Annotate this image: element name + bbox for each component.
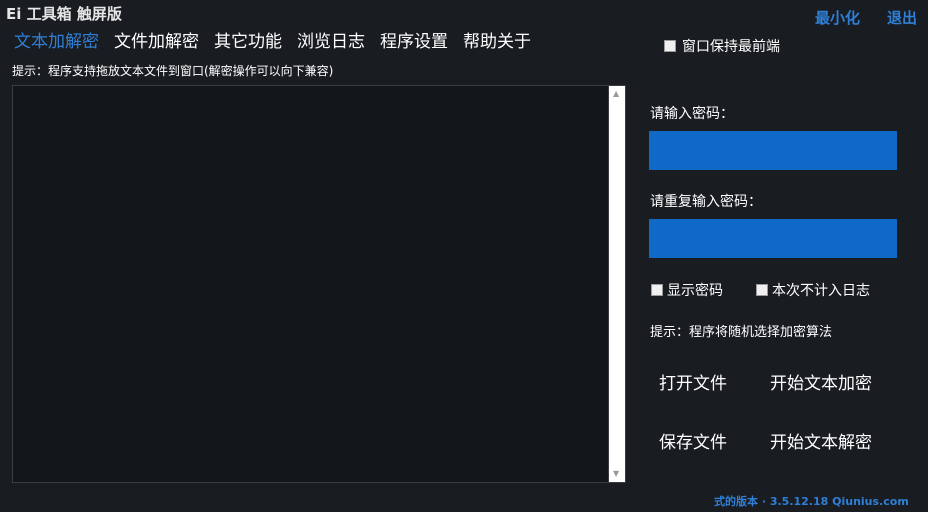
tab-browse-log[interactable]: 浏览日志 [297, 30, 365, 54]
tab-text-crypto[interactable]: 文本加解密 [14, 30, 99, 54]
no-log-checkbox[interactable] [756, 284, 768, 296]
scroll-down-icon[interactable]: ▼ [613, 470, 619, 478]
keep-on-top-option[interactable]: 窗口保持最前端 [664, 36, 780, 56]
version-text: 式的版本 · 3.5.12.18 Qiunius.com [714, 495, 909, 508]
no-log-option[interactable]: 本次不计入日志 [756, 280, 870, 300]
show-password-checkbox[interactable] [651, 284, 663, 296]
show-password-option[interactable]: 显示密码 [651, 280, 723, 300]
tab-help-about[interactable]: 帮助关于 [463, 30, 531, 54]
tab-file-crypto[interactable]: 文件加解密 [114, 30, 199, 54]
password-input[interactable] [649, 131, 897, 170]
tab-bar: 文本加解密 文件加解密 其它功能 浏览日志 程序设置 帮助关于 [14, 30, 546, 54]
open-file-button[interactable]: 打开文件 [659, 369, 727, 394]
password-label: 请输入密码： [650, 106, 734, 122]
exit-button[interactable]: 退出 [887, 7, 917, 28]
no-log-label: 本次不计入日志 [772, 283, 870, 299]
algorithm-hint: 提示：程序将随机选择加密算法 [650, 325, 833, 340]
start-encrypt-button[interactable]: 开始文本加密 [770, 369, 872, 394]
minimize-button[interactable]: 最小化 [815, 7, 860, 28]
show-password-label: 显示密码 [667, 283, 723, 299]
app-title: Ei 工具箱 触屏版 [6, 5, 122, 23]
start-decrypt-button[interactable]: 开始文本解密 [770, 428, 872, 453]
repeat-password-input[interactable] [649, 219, 897, 258]
tab-settings[interactable]: 程序设置 [380, 30, 448, 54]
keep-on-top-checkbox[interactable] [664, 40, 676, 52]
keep-on-top-label: 窗口保持最前端 [682, 39, 780, 55]
scroll-up-icon[interactable]: ▲ [613, 90, 619, 98]
text-editor[interactable] [12, 85, 609, 483]
save-file-button[interactable]: 保存文件 [659, 428, 727, 453]
tab-other-functions[interactable]: 其它功能 [214, 30, 282, 54]
editor-scrollbar[interactable]: ▲ ▼ [609, 85, 626, 483]
drag-drop-hint: 提示：程序支持拖放文本文件到窗口(解密操作可以向下兼容) [12, 64, 334, 78]
repeat-password-label: 请重复输入密码： [650, 194, 762, 210]
